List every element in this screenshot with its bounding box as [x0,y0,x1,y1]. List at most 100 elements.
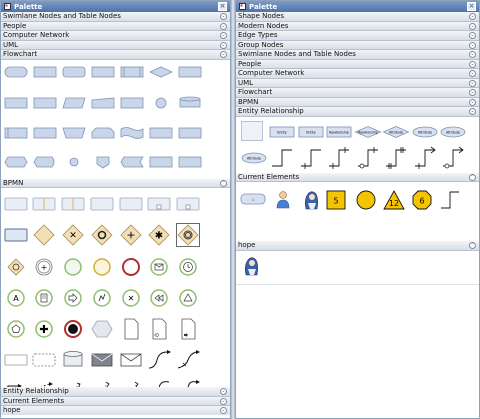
task-tile[interactable] [90,192,114,216]
close-icon[interactable]: × [467,2,476,11]
task-tile[interactable] [4,192,28,216]
card-shape[interactable] [4,126,28,140]
section-header-hope[interactable]: hope ⌃ [236,241,479,251]
section-header[interactable]: UML ⌄ [236,78,479,88]
yellow-octagon-node[interactable]: 6 [412,190,432,210]
section-header[interactable]: Swimlane Nodes and Table Nodes ⌄ [1,12,230,22]
event-arrow[interactable] [61,286,85,310]
section-header[interactable]: Swimlane Nodes and Table Nodes ⌄ [236,50,479,60]
hexagon-plain[interactable] [90,317,114,341]
er-diamond-shape[interactable]: Relationship [354,125,382,138]
character-image-icon[interactable] [302,189,320,211]
section-header[interactable]: Current Elements ⌄ [1,396,230,406]
task-tile[interactable] [176,192,200,216]
er-connector-2[interactable] [299,146,323,170]
rectangle-2-shape[interactable] [178,65,202,79]
task-tile[interactable] [147,192,171,216]
chevron-up-icon[interactable]: ⌃ [469,242,476,249]
section-header[interactable]: Entity Relationship ⌄ [236,107,479,117]
section-header-current-elements[interactable]: Current Elements ⌃ [236,172,479,182]
off-page-connector-shape[interactable] [91,155,115,169]
person-icon[interactable] [274,190,292,210]
section-header[interactable]: UML ⌄ [1,40,230,50]
chevron-down-icon[interactable]: ⌄ [469,13,476,20]
er-connector-7[interactable] [441,146,465,170]
chevron-down-icon[interactable]: ⌄ [469,22,476,30]
data-parallelogram-shape[interactable] [62,96,86,110]
er-rect-shape[interactable]: Entity [269,126,295,138]
current-rounded-rect[interactable]: ○ [240,193,266,205]
document-shape[interactable] [33,96,57,110]
chevron-down-icon[interactable]: ⌄ [220,407,227,414]
yellow-square-node[interactable]: 5 [326,190,346,210]
section-header-bpmn[interactable]: BPMN ⌃ [1,178,230,188]
message-envelope[interactable] [119,348,143,372]
task-tile[interactable] [32,192,56,216]
annotation-rect[interactable] [4,348,28,372]
chevron-down-icon[interactable]: ⌄ [220,51,227,58]
decision-diamond-shape[interactable] [149,65,173,79]
chevron-down-icon[interactable]: ⌄ [469,79,476,87]
rect-small-shape[interactable] [120,96,144,110]
chevron-down-icon[interactable]: ⌄ [469,98,476,106]
rect-5-shape[interactable] [178,126,202,140]
event-pentagon[interactable] [4,317,28,341]
er-rect-shape[interactable]: Entity [298,126,324,138]
preparation-hexagon-shape[interactable] [4,155,28,169]
section-header[interactable]: Modern Nodes ⌄ [236,21,479,31]
data-object-3[interactable] [176,317,200,341]
chevron-down-icon[interactable]: ⌄ [469,89,476,96]
group-dashed[interactable] [32,348,56,372]
er-connector-1[interactable] [270,146,294,170]
task-tile[interactable] [61,192,85,216]
chevron-down-icon[interactable]: ⌄ [469,32,476,39]
section-header[interactable]: People ⌄ [236,59,479,69]
chevron-up-icon[interactable]: ⌃ [220,179,227,187]
event-start-yellow[interactable] [90,255,114,279]
section-header[interactable]: BPMN ⌄ [236,97,479,107]
message-envelope-dark[interactable] [90,348,114,372]
chevron-down-icon[interactable]: ⌄ [469,51,476,58]
yellow-circle-node[interactable] [356,190,376,210]
chevron-down-icon[interactable]: ⌄ [469,41,476,49]
section-header[interactable]: Computer Network ⌄ [236,69,479,79]
predefined-process-shape[interactable] [120,65,144,79]
section-header[interactable]: Flowchart ⌄ [1,50,230,60]
gateway-exclusive[interactable]: ✕ [61,223,85,247]
chevron-down-icon[interactable]: ⌄ [469,108,476,115]
event-doc[interactable] [32,286,56,310]
rect-4-shape[interactable] [149,126,173,140]
event-plus-green[interactable]: ✚ [32,317,56,341]
connector-circle-shape[interactable] [149,96,173,110]
chevron-down-icon[interactable]: ⌄ [220,13,227,20]
close-icon[interactable]: × [218,2,227,11]
loop-limit-shape[interactable] [91,126,115,140]
event-start-plain[interactable] [61,255,85,279]
er-diamond-shape[interactable]: Attribute [382,125,410,138]
rounded-rect-shape[interactable] [4,65,28,79]
section-header[interactable]: Flowchart ⌄ [236,88,479,98]
chevron-down-icon[interactable]: ⌄ [220,397,227,405]
er-ellipse-shape[interactable]: Attribute [440,126,466,138]
event-rewind[interactable] [147,286,171,310]
er-ellipse-shape[interactable]: Attribute [412,126,438,138]
message-flow[interactable] [176,348,200,372]
task-tile[interactable] [119,192,143,216]
data-object[interactable] [119,317,143,341]
process-shape[interactable] [91,65,115,79]
chevron-left-shape-shape[interactable] [120,155,144,169]
database-cylinder-shape[interactable] [178,96,202,110]
data-store[interactable] [61,348,85,372]
stored-data-shape[interactable] [4,96,28,110]
event-timer[interactable] [176,255,200,279]
event-letter-a[interactable]: A [4,286,28,310]
er-connector-4[interactable] [356,146,380,170]
on-page-connector-shape[interactable] [62,155,86,169]
manual-input-shape[interactable] [91,96,115,110]
chevron-down-icon[interactable]: ⌄ [220,22,227,30]
entity-with-attributes-tile[interactable] [241,120,263,141]
rect-6-shape[interactable] [149,155,173,169]
chevron-up-icon[interactable]: ⌃ [469,173,476,181]
event-cross[interactable]: ✕ [119,286,143,310]
trapezoid-shape[interactable] [62,126,86,140]
